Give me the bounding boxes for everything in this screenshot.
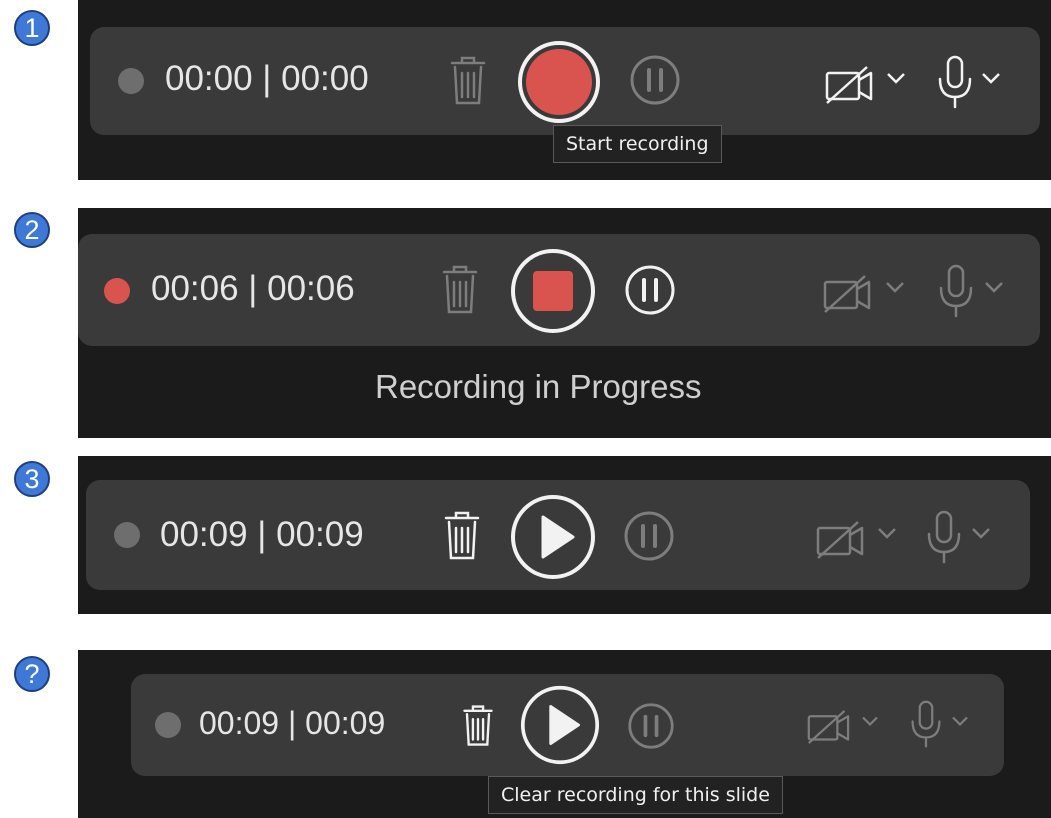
pause-icon[interactable]: [624, 264, 676, 316]
microphone-icon[interactable]: [924, 510, 964, 566]
step-badge-3: 3: [14, 461, 50, 497]
recording-toolbar: 00:09 | 00:09: [86, 480, 1030, 590]
tooltip-start-recording: Start recording: [553, 125, 722, 163]
chevron-down-icon[interactable]: [970, 525, 992, 541]
chevron-down-icon[interactable]: [876, 525, 898, 541]
trash-icon[interactable]: [440, 264, 480, 316]
camera-off-icon[interactable]: [807, 709, 857, 745]
record-button[interactable]: [517, 40, 601, 124]
pause-icon[interactable]: [627, 702, 675, 750]
chevron-down-icon[interactable]: [950, 714, 970, 728]
recording-timer: 00:00 | 00:00: [165, 59, 369, 98]
recording-status-dot: [114, 522, 140, 548]
recording-status-label: Recording in Progress: [375, 368, 702, 405]
recorder-panel-4: 00:09 | 00:09 Clear recording for this s…: [78, 650, 1051, 818]
trash-icon[interactable]: [448, 55, 488, 107]
recorder-panel-3: 00:09 | 00:09: [78, 456, 1051, 614]
play-button[interactable]: [520, 685, 600, 765]
recording-timer: 00:09 | 00:09: [199, 705, 386, 741]
step-badge-1: 1: [14, 10, 50, 46]
trash-icon[interactable]: [461, 704, 495, 748]
camera-off-icon[interactable]: [825, 65, 881, 105]
recording-timer: 00:06 | 00:06: [151, 269, 355, 308]
recording-status-dot: [118, 68, 144, 94]
step-badge-question: ?: [14, 656, 50, 692]
chevron-down-icon[interactable]: [884, 279, 906, 295]
recording-toolbar: 00:09 | 00:09: [131, 674, 1004, 776]
camera-off-icon[interactable]: [816, 520, 872, 560]
recorder-panel-2: 00:06 | 00:06 Recording in Progress: [78, 208, 1051, 438]
pause-icon[interactable]: [629, 54, 681, 106]
play-button[interactable]: [510, 494, 596, 580]
camera-off-icon[interactable]: [823, 274, 879, 314]
recording-toolbar: 00:06 | 00:06: [78, 234, 1040, 346]
recording-status-dot: [104, 278, 130, 304]
trash-icon[interactable]: [442, 510, 482, 562]
recording-toolbar: 00:00 | 00:00: [90, 27, 1040, 135]
microphone-icon[interactable]: [908, 700, 944, 750]
recording-timer: 00:09 | 00:09: [160, 515, 364, 554]
tooltip-clear-recording: Clear recording for this slide: [488, 776, 783, 814]
step-badge-2: 2: [14, 212, 50, 248]
stop-button[interactable]: [510, 248, 596, 334]
microphone-icon[interactable]: [935, 55, 975, 111]
recording-status-dot: [155, 712, 181, 738]
chevron-down-icon[interactable]: [980, 70, 1002, 86]
chevron-down-icon[interactable]: [885, 70, 907, 86]
pause-icon[interactable]: [623, 510, 675, 562]
chevron-down-icon[interactable]: [983, 279, 1005, 295]
microphone-icon[interactable]: [936, 264, 976, 320]
chevron-down-icon[interactable]: [860, 714, 880, 728]
recorder-panel-1: 00:00 | 00:00 Start recording: [78, 0, 1051, 180]
